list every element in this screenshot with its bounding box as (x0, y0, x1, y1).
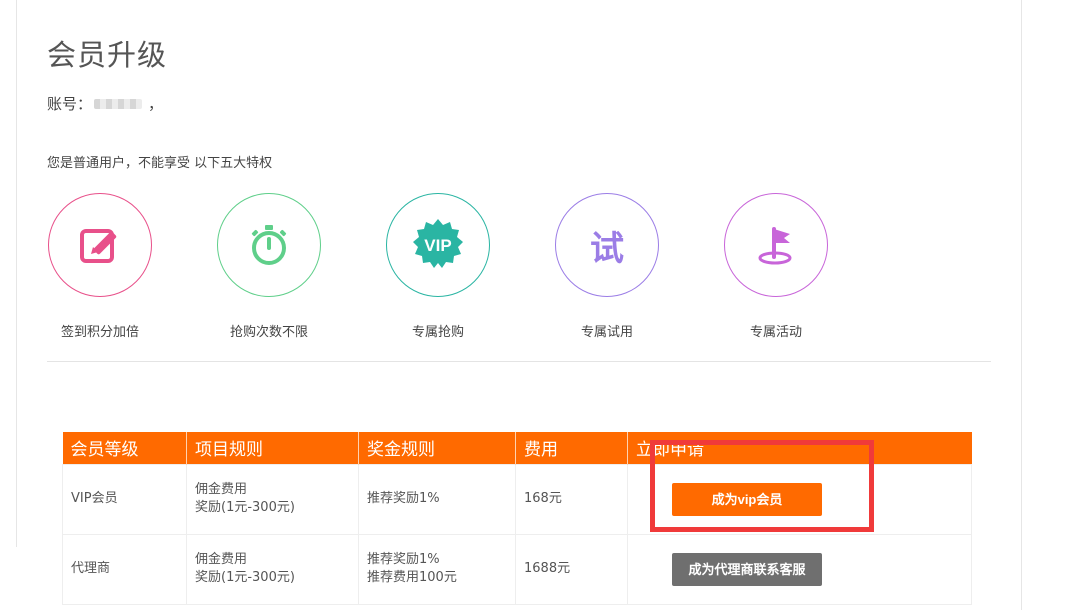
perk-label: 专属活动 (749, 325, 802, 340)
cell-project-rule: 佣金费用 奖励(1元-300元) (186, 463, 359, 535)
vip-badge-text: VIP (424, 236, 451, 255)
account-line: 账号： ， (47, 93, 163, 114)
left-frame-border (0, 0, 17, 547)
perk-exclusive-event[interactable]: 专属活动 (721, 193, 831, 340)
cell-fee: 168元 (515, 463, 628, 535)
perk-exclusive-flash-sale[interactable]: VIP 专属抢购 (383, 193, 493, 340)
perk-circle (217, 193, 321, 297)
cell-project-rule: 佣金费用 奖励(1元-300元) (186, 533, 359, 605)
account-label: 账号： (47, 95, 93, 113)
perk-circle: VIP (386, 193, 490, 297)
bonus-rule-line: 推荐奖励1% (367, 552, 440, 567)
trial-icon: 试 (590, 228, 624, 269)
perk-exclusive-trial[interactable]: 试 专属试用 (552, 193, 662, 340)
perk-label: 专属抢购 (411, 325, 464, 340)
cell-level: VIP会员 (62, 463, 187, 535)
table-header-row: 会员等级 项目规则 奖金规则 费用 立即申请 (62, 432, 972, 464)
perk-label: 专属试用 (580, 325, 633, 340)
account-value-redacted (94, 98, 143, 109)
table-row: 代理商 佣金费用 奖励(1元-300元) 推荐奖励1% 推荐费用100元 168… (62, 533, 972, 605)
perk-label: 抢购次数不限 (229, 325, 308, 340)
membership-notice: 您是普通用户，不能享受 以下五大特权 (47, 156, 273, 171)
account-suffix: ， (148, 95, 164, 113)
header-project-rule: 项目规则 (186, 432, 359, 464)
vip-badge-icon: VIP (413, 219, 463, 268)
cell-level: 代理商 (62, 533, 187, 605)
right-frame-border (1021, 0, 1022, 610)
page-title: 会员升级 (47, 38, 168, 72)
perk-label: 签到积分加倍 (60, 325, 139, 340)
perk-circle (48, 193, 152, 297)
perk-unlimited-flash-sale[interactable]: 抢购次数不限 (214, 193, 324, 340)
perk-sign-in-points[interactable]: 签到积分加倍 (45, 193, 155, 340)
section-divider (47, 361, 991, 362)
header-fee: 费用 (515, 432, 628, 464)
header-apply: 立即申请 (627, 432, 972, 464)
project-rule-line: 佣金费用 (195, 552, 248, 567)
bonus-rule-line: 推荐费用100元 (367, 570, 457, 585)
cell-bonus-rule: 推荐奖励1% 推荐费用100元 (358, 533, 516, 605)
stopwatch-icon (251, 225, 287, 265)
perk-circle: 试 (555, 193, 659, 297)
table-row: VIP会员 佣金费用 奖励(1元-300元) 推荐奖励1% 168元 成为vip… (62, 463, 972, 535)
cell-apply: 成为代理商联系客服 (627, 533, 972, 605)
header-bonus-rule: 奖金规则 (358, 432, 516, 464)
cell-bonus-rule: 推荐奖励1% (358, 463, 516, 535)
project-rule-line: 奖励(1元-300元) (195, 570, 295, 585)
become-agent-contact-service-button[interactable]: 成为代理商联系客服 (672, 552, 822, 586)
flag-icon (758, 227, 792, 265)
edit-icon (80, 229, 117, 263)
cell-fee: 1688元 (515, 533, 628, 605)
header-level: 会员等级 (62, 432, 187, 464)
project-rule-line: 佣金费用 (195, 482, 248, 497)
cell-apply: 成为vip会员 (627, 463, 972, 535)
project-rule-line: 奖励(1元-300元) (195, 500, 295, 515)
perk-circle (724, 193, 828, 297)
become-vip-button[interactable]: 成为vip会员 (672, 482, 822, 516)
membership-levels-table: 会员等级 项目规则 奖金规则 费用 立即申请 VIP会员 佣金费用 奖励(1元-… (62, 432, 972, 605)
bonus-rule-line: 推荐奖励1% (367, 491, 440, 506)
